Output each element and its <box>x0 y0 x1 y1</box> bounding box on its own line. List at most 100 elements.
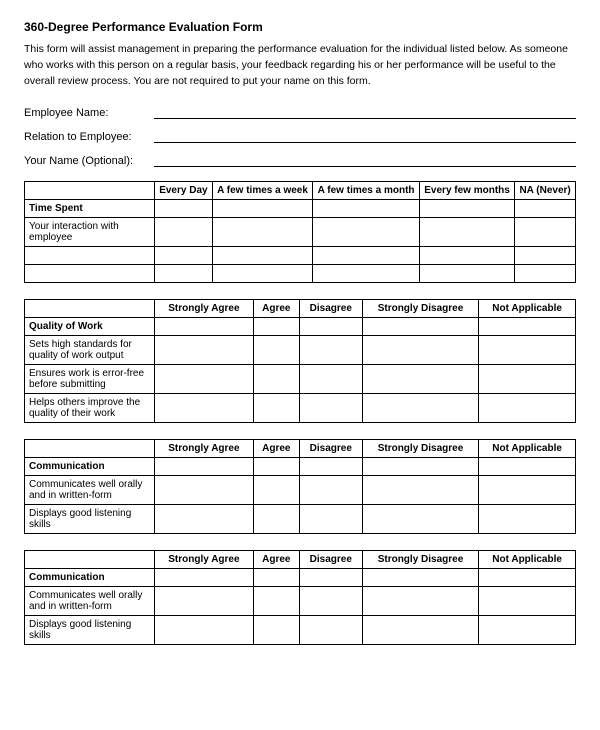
communication-section-1: Strongly Agree Agree Disagree Strongly D… <box>24 439 576 534</box>
row-empty-2 <box>25 265 155 283</box>
cell[interactable] <box>155 587 254 616</box>
cell[interactable] <box>515 200 576 218</box>
cell[interactable] <box>299 394 362 423</box>
cell[interactable] <box>419 265 514 283</box>
cell[interactable] <box>253 394 299 423</box>
cell[interactable] <box>155 218 213 247</box>
col-na: NA (Never) <box>515 182 576 200</box>
cell[interactable] <box>253 458 299 476</box>
col-few-times-month: A few times a month <box>313 182 420 200</box>
cell[interactable] <box>155 616 254 645</box>
cell[interactable] <box>313 265 420 283</box>
cell[interactable] <box>299 336 362 365</box>
relation-line[interactable] <box>154 127 576 143</box>
cell[interactable] <box>362 336 478 365</box>
cell[interactable] <box>155 458 254 476</box>
cell[interactable] <box>212 247 313 265</box>
cell[interactable] <box>155 318 254 336</box>
time-spent-table: Every Day A few times a week A few times… <box>24 181 576 283</box>
table-row: Quality of Work <box>25 318 576 336</box>
cell[interactable] <box>362 505 478 534</box>
time-spent-label: Time Spent <box>25 200 155 218</box>
cell[interactable] <box>515 265 576 283</box>
cell[interactable] <box>479 569 576 587</box>
cell[interactable] <box>155 365 254 394</box>
table-row: Ensures work is error-free before submit… <box>25 365 576 394</box>
cell[interactable] <box>299 365 362 394</box>
cell[interactable] <box>253 569 299 587</box>
cell[interactable] <box>313 247 420 265</box>
cell[interactable] <box>299 587 362 616</box>
cell[interactable] <box>362 318 478 336</box>
col-few-times-week: A few times a week <box>212 182 313 200</box>
cell[interactable] <box>419 200 514 218</box>
cell[interactable] <box>313 200 420 218</box>
cell[interactable] <box>253 318 299 336</box>
intro-text: This form will assist management in prep… <box>24 42 576 89</box>
employee-name-label: Employee Name: <box>24 107 154 119</box>
cell[interactable] <box>479 365 576 394</box>
cell[interactable] <box>155 476 254 505</box>
cell[interactable] <box>253 587 299 616</box>
time-spent-header <box>25 182 155 200</box>
table-row <box>25 247 576 265</box>
cell[interactable] <box>479 587 576 616</box>
cell[interactable] <box>479 394 576 423</box>
cell[interactable] <box>155 200 213 218</box>
col-not-applicable: Not Applicable <box>479 440 576 458</box>
employee-name-line[interactable] <box>154 103 576 119</box>
cell[interactable] <box>362 394 478 423</box>
cell[interactable] <box>212 265 313 283</box>
cell[interactable] <box>299 616 362 645</box>
cell[interactable] <box>479 458 576 476</box>
cell[interactable] <box>362 616 478 645</box>
your-name-line[interactable] <box>154 151 576 167</box>
cell[interactable] <box>479 476 576 505</box>
cell[interactable] <box>155 394 254 423</box>
cell[interactable] <box>479 318 576 336</box>
cell[interactable] <box>253 476 299 505</box>
cell[interactable] <box>155 505 254 534</box>
cell[interactable] <box>479 616 576 645</box>
cell[interactable] <box>212 200 313 218</box>
col-not-applicable: Not Applicable <box>479 300 576 318</box>
cell[interactable] <box>313 218 420 247</box>
cell[interactable] <box>253 365 299 394</box>
cell[interactable] <box>299 476 362 505</box>
col-strongly-agree: Strongly Agree <box>155 440 254 458</box>
communication-table-1: Strongly Agree Agree Disagree Strongly D… <box>24 439 576 534</box>
col-disagree: Disagree <box>299 551 362 569</box>
table-row: Time Spent <box>25 200 576 218</box>
cell[interactable] <box>299 318 362 336</box>
cell[interactable] <box>299 458 362 476</box>
cell[interactable] <box>362 569 478 587</box>
cell[interactable] <box>362 476 478 505</box>
cell[interactable] <box>253 505 299 534</box>
cell[interactable] <box>212 218 313 247</box>
col-disagree: Disagree <box>299 440 362 458</box>
cell[interactable] <box>155 247 213 265</box>
row-listening-1: Displays good listening skills <box>25 505 155 534</box>
cell[interactable] <box>155 265 213 283</box>
cell[interactable] <box>479 336 576 365</box>
cell[interactable] <box>479 505 576 534</box>
table-row: Displays good listening skills <box>25 616 576 645</box>
your-name-label: Your Name (Optional): <box>24 155 154 167</box>
cell[interactable] <box>362 365 478 394</box>
cell[interactable] <box>515 247 576 265</box>
cell[interactable] <box>515 218 576 247</box>
cell[interactable] <box>362 458 478 476</box>
cell[interactable] <box>155 336 254 365</box>
cell[interactable] <box>362 587 478 616</box>
cell[interactable] <box>253 616 299 645</box>
col-strongly-disagree: Strongly Disagree <box>362 551 478 569</box>
cell[interactable] <box>253 336 299 365</box>
row-interaction: Your interaction with employee <box>25 218 155 247</box>
cell[interactable] <box>419 247 514 265</box>
table-row: Communicates well orally and in written-… <box>25 587 576 616</box>
cell[interactable] <box>299 569 362 587</box>
communication-table-2: Strongly Agree Agree Disagree Strongly D… <box>24 550 576 645</box>
cell[interactable] <box>419 218 514 247</box>
cell[interactable] <box>155 569 254 587</box>
cell[interactable] <box>299 505 362 534</box>
